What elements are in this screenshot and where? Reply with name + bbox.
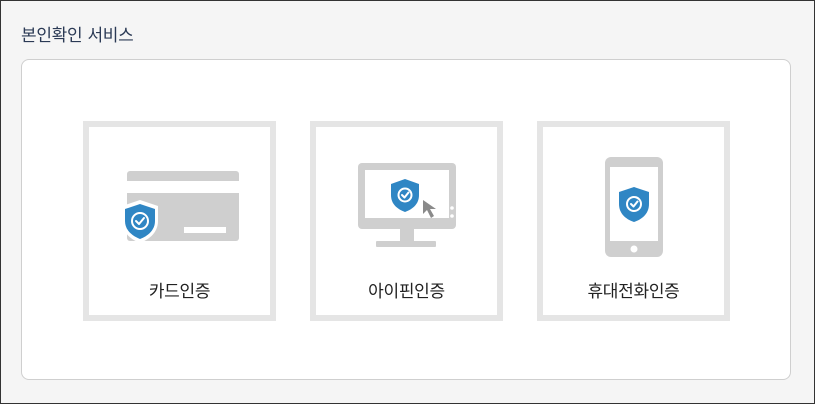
verification-panel: 카드인증 아이핀인증 휴대전화인증 [21,59,791,380]
mobile-verification-label: 휴대전화인증 [587,282,680,302]
card-verification-label: 카드인증 [148,282,211,302]
page-title: 본인확인 서비스 [21,26,134,46]
smartphone-shield-icon [605,157,663,257]
ipin-verification-label: 아이핀인증 [368,282,445,302]
monitor-shield-cursor-icon [358,163,456,247]
card-verification-option[interactable]: 카드인증 [83,121,276,321]
credit-card-shield-icon [122,171,239,243]
ipin-verification-option[interactable]: 아이핀인증 [310,121,503,321]
mobile-verification-option[interactable]: 휴대전화인증 [537,121,730,321]
